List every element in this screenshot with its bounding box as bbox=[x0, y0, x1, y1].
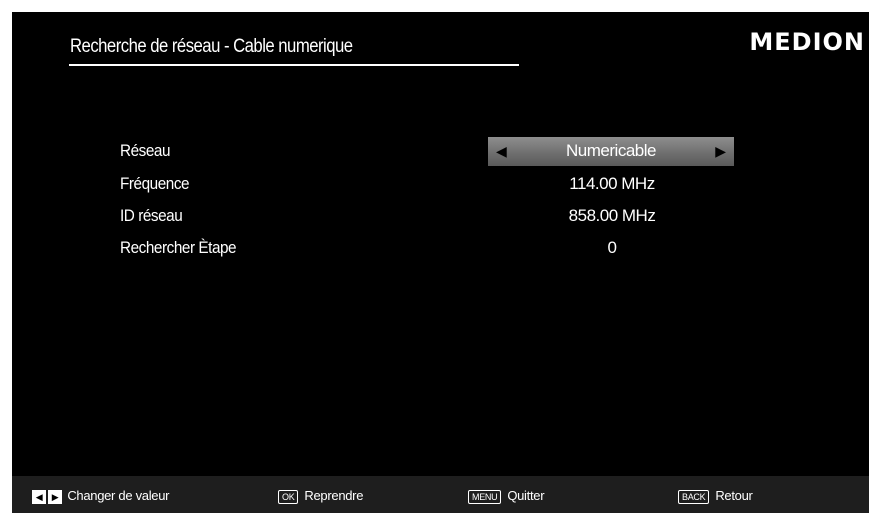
network-id-value: 858.00 MHz bbox=[568, 206, 656, 225]
network-value: Numericable bbox=[566, 141, 656, 160]
setting-row-network[interactable]: Réseau ◀ Numericable ▶ bbox=[12, 137, 869, 167]
search-step-label: Rechercher Ètape bbox=[120, 238, 237, 257]
frequency-label: Fréquence bbox=[120, 174, 190, 193]
footer-menu[interactable]: MENU Quitter bbox=[468, 488, 545, 504]
right-key-icon: ▶ bbox=[48, 489, 62, 504]
left-key-icon: ◀ bbox=[32, 489, 46, 504]
title-underline bbox=[69, 64, 519, 66]
footer-change-value[interactable]: ◀ ▶ Changer de valeur bbox=[32, 488, 169, 504]
footer-ok-label: Reprendre bbox=[304, 488, 364, 503]
tv-screen: Recherche de réseau - Cable numerique ME… bbox=[12, 12, 869, 513]
footer-change-label: Changer de valeur bbox=[67, 488, 170, 503]
ok-key-icon: OK bbox=[278, 489, 299, 504]
menu-key-icon: MENU bbox=[468, 489, 502, 504]
network-id-label: ID réseau bbox=[120, 206, 183, 225]
network-selector[interactable]: ◀ Numericable ▶ bbox=[488, 137, 734, 166]
footer-back-label: Retour bbox=[715, 488, 753, 503]
search-step-value: 0 bbox=[607, 238, 617, 257]
footer-bar: ◀ ▶ Changer de valeur OK Reprendre MENU Qui… bbox=[12, 476, 869, 513]
frequency-value: 114.00 MHz bbox=[569, 174, 655, 193]
footer-ok[interactable]: OK Reprendre bbox=[278, 488, 363, 504]
setting-row-network-id[interactable]: ID réseau 858.00 MHz bbox=[12, 202, 869, 232]
setting-row-frequency[interactable]: Fréquence 114.00 MHz bbox=[12, 170, 869, 200]
arrow-right-icon[interactable]: ▶ bbox=[715, 143, 726, 160]
footer-back[interactable]: BACK Retour bbox=[678, 488, 753, 504]
back-key-icon: BACK bbox=[678, 489, 710, 504]
page-title: Recherche de réseau - Cable numerique bbox=[70, 36, 353, 57]
setting-row-search-step[interactable]: Rechercher Ètape 0 bbox=[12, 234, 869, 264]
network-label: Réseau bbox=[120, 141, 171, 160]
brand-logo: MEDION bbox=[749, 28, 865, 56]
footer-menu-label: Quitter bbox=[507, 488, 545, 503]
